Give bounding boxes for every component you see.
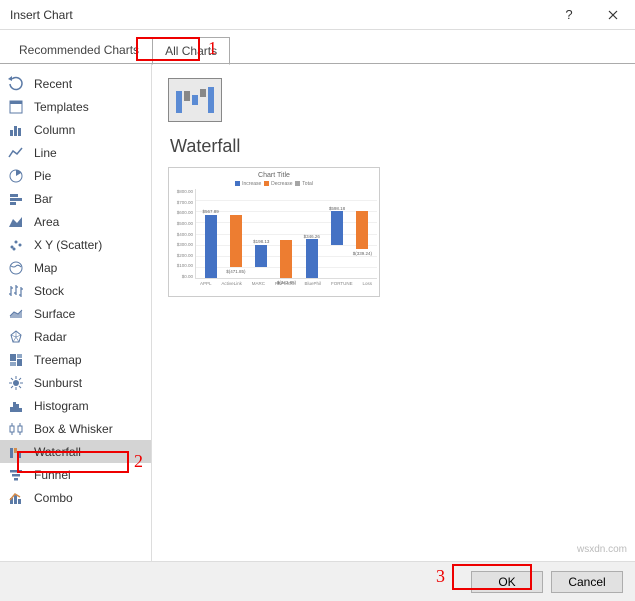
column-icon [8, 122, 24, 138]
sidebar-item-label: X Y (Scatter) [34, 238, 102, 252]
annotation-box-3 [452, 564, 532, 590]
sidebar-item-label: Box & Whisker [34, 422, 113, 436]
sidebar-item-sunburst[interactable]: Sunburst [0, 371, 151, 394]
sidebar-item-surface[interactable]: Surface [0, 302, 151, 325]
preview-yaxis: $800.00$700.00$600.00$500.00$400.00$300.… [171, 189, 195, 279]
main-pane: Waterfall Chart Title Increase Decrease … [152, 64, 635, 564]
annotation-number-1: 1 [208, 38, 217, 59]
cancel-button[interactable]: Cancel [551, 571, 623, 593]
sidebar-item-treemap[interactable]: Treemap [0, 348, 151, 371]
dialog-footer: OK Cancel [0, 561, 635, 601]
waterfall-subtype-icon [175, 85, 215, 115]
combo-icon [8, 490, 24, 506]
sidebar-item-label: Treemap [34, 353, 82, 367]
annotation-number-3: 3 [436, 566, 445, 587]
sidebar-item-label: Combo [34, 491, 73, 505]
preview-plot: $567.89$(471.85)$198.13$(342.85)$346.26$… [195, 189, 377, 279]
sidebar-item-label: Radar [34, 330, 67, 344]
chart-preview[interactable]: Chart Title Increase Decrease Total $800… [168, 167, 380, 297]
close-icon [608, 10, 618, 20]
tab-recommended-charts[interactable]: Recommended Charts [6, 36, 152, 64]
templates-icon [8, 99, 24, 115]
bar-icon [8, 191, 24, 207]
sidebar-item-bar[interactable]: Bar [0, 187, 151, 210]
area-icon [8, 214, 24, 230]
sidebar-item-label: Line [34, 146, 57, 160]
annotation-box-1 [136, 37, 200, 61]
sidebar-item-stock[interactable]: Stock [0, 279, 151, 302]
recent-icon [8, 76, 24, 92]
sidebar-item-label: Histogram [34, 399, 89, 413]
close-button[interactable] [591, 0, 635, 30]
sidebar-item-label: Templates [34, 100, 89, 114]
sidebar-item-radar[interactable]: Radar [0, 325, 151, 348]
sidebar-item-label: Sunburst [34, 376, 82, 390]
dialog-title: Insert Chart [10, 8, 547, 22]
chart-type-sidebar: Recent Templates Column Line Pie Bar Are… [0, 64, 152, 564]
preview-title: Chart Title [171, 172, 377, 179]
sidebar-item-pie[interactable]: Pie [0, 164, 151, 187]
line-icon [8, 145, 24, 161]
annotation-box-2 [17, 451, 129, 473]
sidebar-item-map[interactable]: Map [0, 256, 151, 279]
treemap-icon [8, 352, 24, 368]
scatter-icon [8, 237, 24, 253]
pie-icon [8, 168, 24, 184]
chart-subtype-name: Waterfall [170, 136, 619, 157]
chart-subtype-waterfall[interactable] [168, 78, 222, 122]
histogram-icon [8, 398, 24, 414]
map-icon [8, 260, 24, 276]
watermark: wsxdn.com [577, 544, 627, 555]
sidebar-item-label: Recent [34, 77, 72, 91]
sidebar-item-scatter[interactable]: X Y (Scatter) [0, 233, 151, 256]
sidebar-item-label: Bar [34, 192, 53, 206]
sidebar-item-combo[interactable]: Combo [0, 486, 151, 509]
sidebar-item-label: Surface [34, 307, 75, 321]
sidebar-item-label: Stock [34, 284, 64, 298]
sidebar-item-label: Pie [34, 169, 51, 183]
sidebar-item-templates[interactable]: Templates [0, 95, 151, 118]
sidebar-item-line[interactable]: Line [0, 141, 151, 164]
radar-icon [8, 329, 24, 345]
sunburst-icon [8, 375, 24, 391]
stock-icon [8, 283, 24, 299]
sidebar-item-column[interactable]: Column [0, 118, 151, 141]
tab-strip: Recommended Charts All Charts [0, 30, 635, 64]
sidebar-item-area[interactable]: Area [0, 210, 151, 233]
sidebar-item-box-whisker[interactable]: Box & Whisker [0, 417, 151, 440]
annotation-number-2: 2 [134, 451, 143, 472]
sidebar-item-histogram[interactable]: Histogram [0, 394, 151, 417]
titlebar: Insert Chart ? [0, 0, 635, 30]
box-whisker-icon [8, 421, 24, 437]
help-button[interactable]: ? [547, 0, 591, 30]
preview-legend: Increase Decrease Total [171, 181, 377, 187]
surface-icon [8, 306, 24, 322]
sidebar-item-label: Map [34, 261, 57, 275]
sidebar-item-label: Area [34, 215, 59, 229]
sidebar-item-label: Column [34, 123, 75, 137]
sidebar-item-recent[interactable]: Recent [0, 72, 151, 95]
